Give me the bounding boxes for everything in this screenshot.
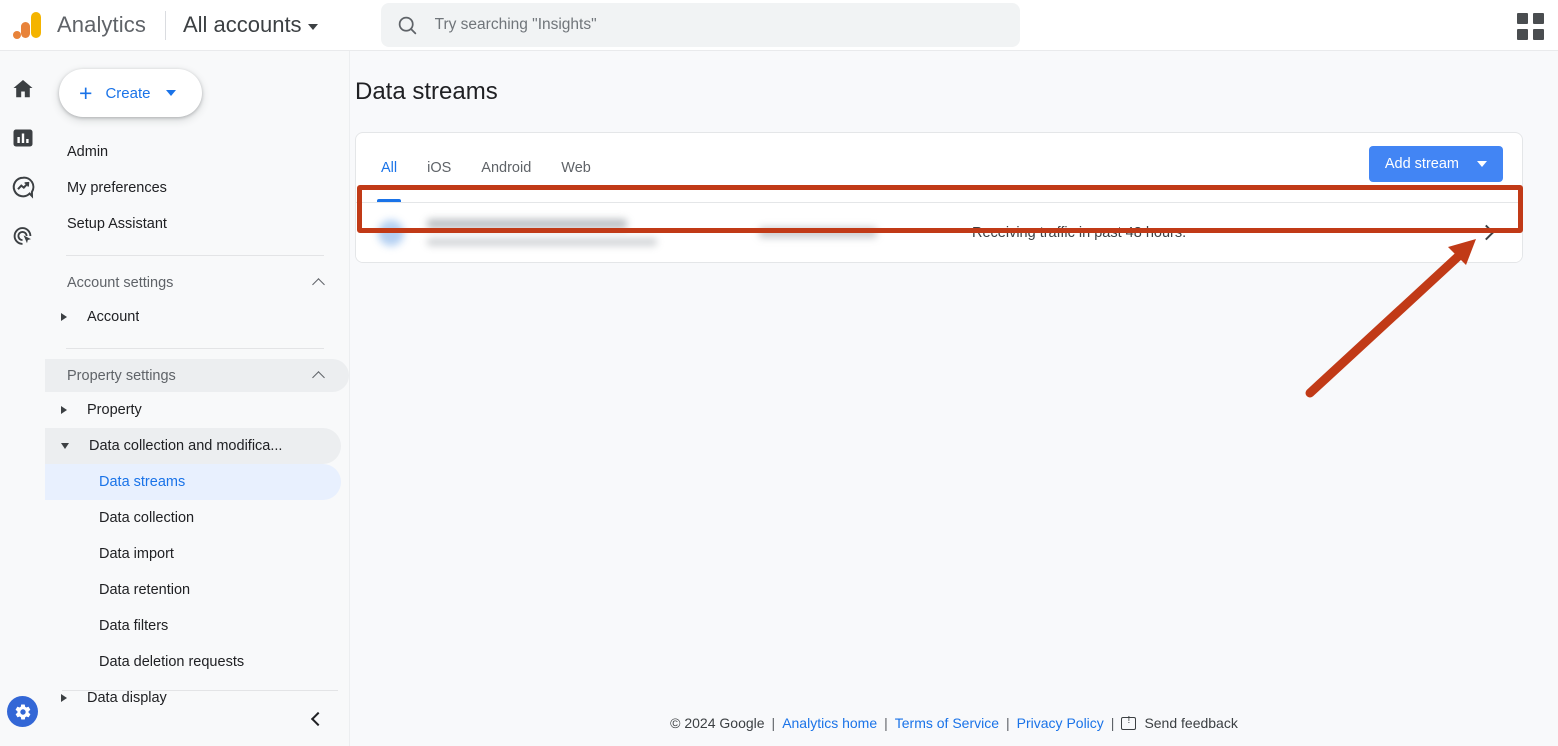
tab-ios[interactable]: iOS xyxy=(412,133,466,202)
explore-icon[interactable] xyxy=(10,174,36,200)
data-streams-card: All iOS Android Web Add stream Receiving… xyxy=(355,132,1523,263)
footer-link-privacy-policy[interactable]: Privacy Policy xyxy=(1017,715,1104,731)
create-button-label: Create xyxy=(105,84,151,102)
stream-id-redacted xyxy=(759,227,877,238)
section-property-settings-label: Property settings xyxy=(67,367,176,384)
chevron-down-icon xyxy=(307,24,318,30)
page-title: Data streams xyxy=(355,78,498,105)
footer-link-analytics-home[interactable]: Analytics home xyxy=(782,715,877,731)
stream-avatar xyxy=(378,219,404,246)
admin-sidebar: + Create Admin My preferences Setup Assi… xyxy=(45,51,350,746)
apps-grid-cell xyxy=(1532,12,1544,24)
footer-separator: | xyxy=(884,715,888,731)
triangle-right-icon xyxy=(61,313,67,321)
sidebar-item-data-collection[interactable]: Data collection xyxy=(45,500,341,536)
stream-status: Receiving traffic in past 48 hours. xyxy=(972,224,1187,241)
account-switcher-label: All accounts xyxy=(182,12,302,37)
plus-icon: + xyxy=(79,79,93,106)
brand-name: Analytics xyxy=(57,12,146,37)
sidebar-item-admin[interactable]: Admin xyxy=(45,134,349,170)
logo-bar-tall xyxy=(31,12,41,38)
sidebar-item-account-label: Account xyxy=(87,309,140,325)
footer-separator: | xyxy=(1006,715,1010,731)
feedback-icon xyxy=(1121,715,1137,730)
section-property-settings[interactable]: Property settings xyxy=(45,359,349,392)
stream-name-block xyxy=(427,219,717,246)
sidebar-item-data-import[interactable]: Data import xyxy=(45,536,341,572)
sidebar-item-data-retention[interactable]: Data retention xyxy=(45,572,341,608)
google-analytics-logo xyxy=(11,7,47,43)
sidebar-top-links: Admin My preferences Setup Assistant xyxy=(45,134,349,242)
reports-icon[interactable] xyxy=(10,125,36,151)
chevron-down-icon xyxy=(1477,161,1487,167)
chevron-down-icon xyxy=(166,90,177,96)
sidebar-divider xyxy=(66,255,324,256)
top-app-bar: Analytics All accounts Try searching "In… xyxy=(0,0,1558,51)
stream-url-redacted xyxy=(427,238,657,246)
stream-name-redacted xyxy=(427,219,627,229)
chevron-right-icon[interactable] xyxy=(1478,224,1495,241)
data-stream-row[interactable]: Receiving traffic in past 48 hours. xyxy=(356,203,1522,262)
footer-separator: | xyxy=(1110,715,1115,731)
sidebar-collapse-button[interactable] xyxy=(304,707,328,731)
search-input[interactable]: Try searching "Insights" xyxy=(380,3,1020,47)
triangle-right-icon xyxy=(61,406,67,414)
sidebar-item-data-streams[interactable]: Data streams xyxy=(45,464,341,500)
sidebar-item-setup-assistant[interactable]: Setup Assistant xyxy=(45,206,349,242)
chevron-left-icon xyxy=(310,711,326,727)
logo-dot xyxy=(13,31,21,39)
sidebar-collapse-row xyxy=(45,690,349,746)
add-stream-label: Add stream xyxy=(1384,156,1459,172)
advertising-icon[interactable] xyxy=(10,223,36,249)
add-stream-button[interactable]: Add stream xyxy=(1368,146,1503,182)
section-account-settings[interactable]: Account settings xyxy=(45,266,349,299)
sidebar-item-data-collection-and-modification[interactable]: Data collection and modifica... xyxy=(45,428,341,464)
tab-web[interactable]: Web xyxy=(546,133,606,202)
tab-android[interactable]: Android xyxy=(466,133,546,202)
section-account-settings-label: Account settings xyxy=(67,274,174,291)
sidebar-item-data-collection-label: Data collection and modifica... xyxy=(89,438,283,454)
sidebar-item-property-label: Property xyxy=(87,402,142,418)
apps-grid-cell xyxy=(1516,28,1528,40)
gear-icon[interactable] xyxy=(7,696,38,727)
footer-link-terms-of-service[interactable]: Terms of Service xyxy=(895,715,999,731)
sidebar-item-my-preferences[interactable]: My preferences xyxy=(45,170,349,206)
create-button[interactable]: + Create xyxy=(59,69,202,117)
apps-grid-icon[interactable] xyxy=(1516,12,1544,40)
page-footer: © 2024 Google | Analytics home | Terms o… xyxy=(350,700,1558,746)
triangle-down-icon xyxy=(61,443,69,449)
sidebar-item-property[interactable]: Property xyxy=(45,392,341,428)
search-placeholder: Try searching "Insights" xyxy=(434,16,597,33)
sidebar-divider xyxy=(62,690,338,691)
sidebar-item-data-filters[interactable]: Data filters xyxy=(45,608,341,644)
footer-separator: | xyxy=(771,715,776,731)
sidebar-item-data-deletion-requests[interactable]: Data deletion requests xyxy=(45,644,341,680)
stream-type-tabs: All iOS Android Web xyxy=(356,133,606,202)
copyright-text: © 2024 Google xyxy=(670,715,765,731)
icon-rail xyxy=(0,51,45,746)
apps-grid-cell xyxy=(1532,28,1544,40)
home-icon[interactable] xyxy=(10,76,36,102)
chevron-up-icon xyxy=(312,278,325,291)
apps-grid-cell xyxy=(1516,12,1528,24)
topbar-divider xyxy=(164,10,166,40)
sidebar-item-account[interactable]: Account xyxy=(45,299,341,335)
tab-all[interactable]: All xyxy=(366,133,412,202)
chevron-up-icon xyxy=(312,371,325,384)
send-feedback-link[interactable]: Send feedback xyxy=(1144,715,1237,731)
main-content: Data streams All iOS Android Web Add str… xyxy=(350,51,1558,746)
account-switcher[interactable]: All accounts xyxy=(183,12,318,38)
sidebar-divider xyxy=(66,348,324,349)
card-header: All iOS Android Web Add stream xyxy=(356,133,1522,203)
logo-bar-mid xyxy=(21,22,30,38)
search-icon xyxy=(398,16,416,34)
